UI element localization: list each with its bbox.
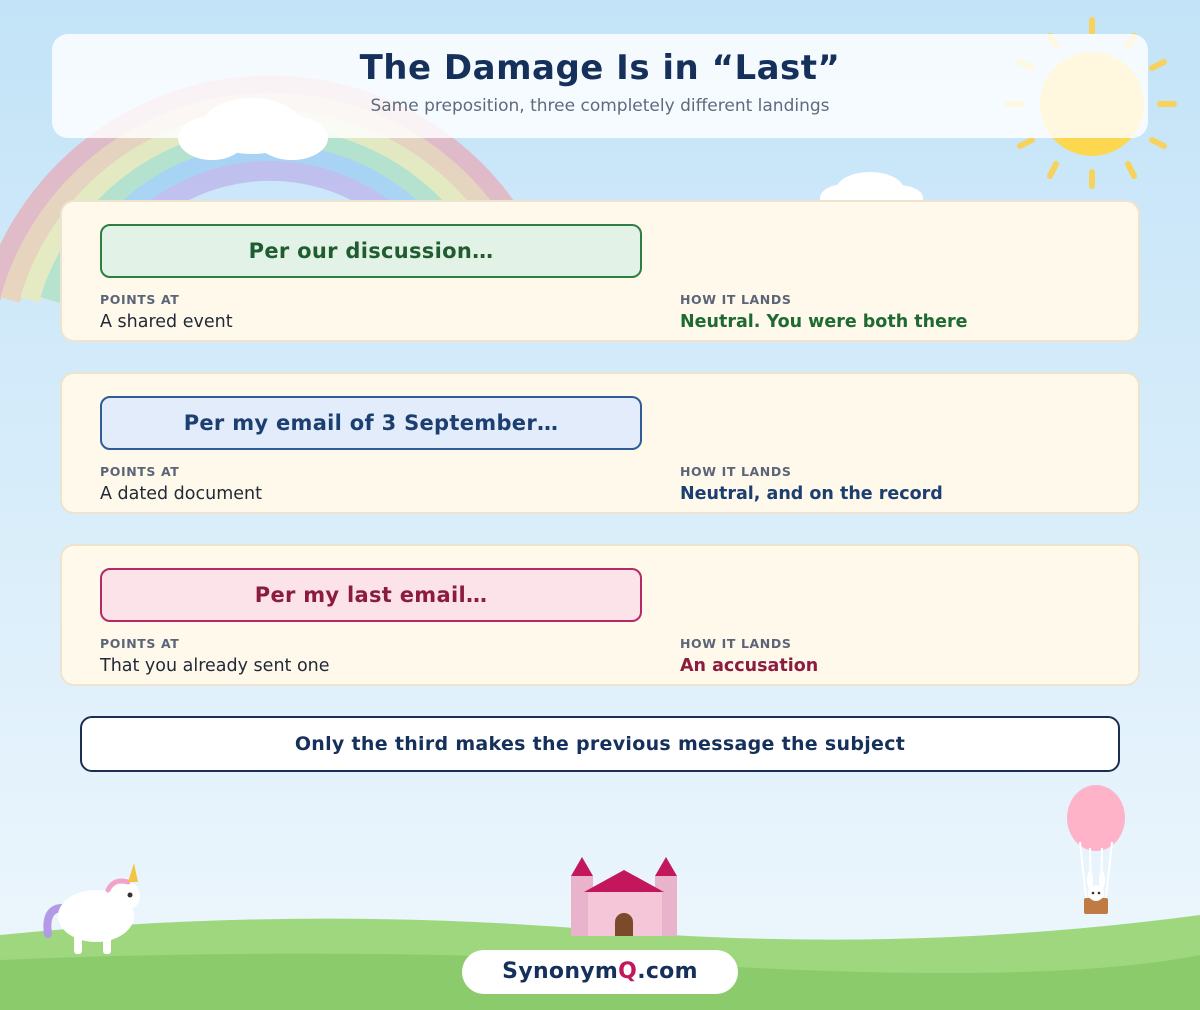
- points-at-column: POINTS AT A shared event: [100, 292, 233, 332]
- bunny-icon: [1087, 871, 1105, 901]
- how-it-lands-label: HOW IT LANDS: [680, 636, 792, 651]
- phrase-pill: Per our discussion…: [100, 224, 642, 278]
- points-at-value: A dated document: [100, 484, 262, 504]
- comparison-card: Per my last email… POINTS AT That you al…: [60, 544, 1140, 686]
- points-at-label: POINTS AT: [100, 636, 180, 651]
- points-at-value: That you already sent one: [100, 656, 330, 676]
- how-it-lands-label: HOW IT LANDS: [680, 292, 792, 307]
- how-it-lands-column: HOW IT LANDS Neutral. You were both ther…: [680, 292, 967, 332]
- points-at-column: POINTS AT A dated document: [100, 464, 262, 504]
- phrase-pill: Per my email of 3 September…: [100, 396, 642, 450]
- points-at-value: A shared event: [100, 312, 233, 332]
- points-at-column: POINTS AT That you already sent one: [100, 636, 330, 676]
- how-it-lands-label: HOW IT LANDS: [680, 464, 792, 479]
- summary-banner: Only the third makes the previous messag…: [80, 716, 1120, 772]
- how-it-lands-column: HOW IT LANDS An accusation: [680, 636, 818, 676]
- brand-accent: Q: [618, 959, 638, 984]
- page-subtitle: Same preposition, three completely diffe…: [370, 96, 830, 116]
- how-it-lands-value: An accusation: [680, 656, 819, 676]
- points-at-label: POINTS AT: [100, 292, 180, 307]
- how-it-lands-value: Neutral. You were both there: [680, 312, 968, 332]
- comparison-card: Per our discussion… POINTS AT A shared e…: [60, 200, 1140, 342]
- castle-icon: [571, 857, 677, 936]
- how-it-lands-value: Neutral, and on the record: [680, 484, 943, 504]
- phrase-pill: Per my last email…: [100, 568, 642, 622]
- how-it-lands-column: HOW IT LANDS Neutral, and on the record: [680, 464, 943, 504]
- points-at-label: POINTS AT: [100, 464, 180, 479]
- brand-prefix: Synonym: [502, 959, 619, 984]
- comparison-card: Per my email of 3 September… POINTS AT A…: [60, 372, 1140, 514]
- header-panel: The Damage Is in “Last” Same preposition…: [52, 34, 1148, 138]
- brand-suffix: .com: [637, 959, 698, 984]
- page-title: The Damage Is in “Last”: [359, 48, 841, 88]
- brand-logo: SynonymQ.com: [462, 950, 738, 994]
